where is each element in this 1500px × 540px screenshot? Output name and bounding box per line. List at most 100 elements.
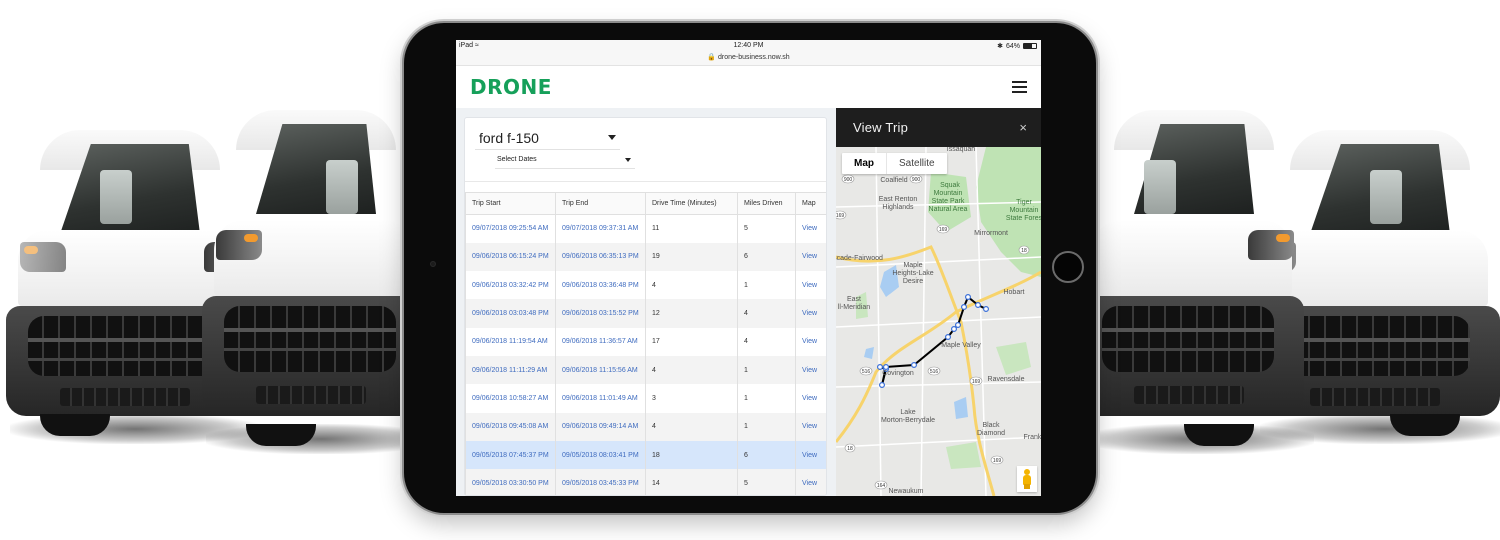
route-marker[interactable]: [910, 362, 917, 369]
chevron-down-icon: [625, 157, 631, 162]
view-map-link[interactable]: View: [795, 384, 826, 413]
table-row[interactable]: 09/06/2018 10:58:27 AM 09/06/2018 11:01:4…: [465, 384, 826, 413]
table-row[interactable]: 09/06/2018 03:32:42 PM 09/06/2018 03:36:4…: [465, 271, 826, 300]
table-row[interactable]: 09/06/2018 03:03:48 PM 09/06/2018 03:15:5…: [465, 299, 826, 328]
trip-start-cell[interactable]: 09/05/2018 03:30:50 PM: [465, 469, 556, 495]
trip-start-cell[interactable]: 09/06/2018 11:19:54 AM: [465, 327, 556, 356]
miles-driven-cell: 4: [737, 299, 796, 328]
route-marker[interactable]: [965, 294, 972, 301]
trip-start-cell[interactable]: 09/06/2018 03:32:42 PM: [465, 271, 556, 300]
close-icon[interactable]: ×: [1019, 120, 1027, 135]
view-map-link[interactable]: View: [795, 214, 826, 243]
route-marker[interactable]: [983, 306, 990, 313]
view-map-link[interactable]: View: [795, 242, 826, 272]
svg-text:169: 169: [939, 227, 948, 233]
map-label-desire: Desire: [903, 278, 923, 285]
table-row[interactable]: 09/07/2018 09:25:54 AM 09/07/2018 09:37:3…: [465, 214, 826, 243]
map-type-map-button[interactable]: Map: [842, 153, 887, 174]
trip-end-cell[interactable]: 09/06/2018 03:36:48 PM: [555, 271, 646, 300]
map-label-squak: Squak: [940, 182, 960, 189]
vehicle-select[interactable]: ford f-150: [475, 126, 620, 150]
table-row[interactable]: 09/06/2018 11:19:54 AM 09/06/2018 11:36:5…: [465, 327, 826, 356]
shield-900: 900: [841, 174, 855, 184]
trip-start-cell[interactable]: 09/06/2018 09:45:08 AM: [465, 412, 556, 441]
route-marker[interactable]: [878, 382, 885, 389]
miles-driven-cell: 5: [737, 214, 796, 243]
table-row[interactable]: 09/06/2018 11:11:29 AM 09/06/2018 11:15:5…: [465, 355, 826, 385]
drone-logo[interactable]: DRONE: [470, 75, 552, 99]
miles-driven-cell: 1: [737, 384, 796, 413]
trip-start-cell[interactable]: 09/06/2018 06:15:24 PM: [465, 242, 556, 272]
route-marker[interactable]: [975, 302, 982, 309]
trip-start-cell[interactable]: 09/06/2018 11:11:29 AM: [465, 355, 556, 385]
drive-time-cell: 4: [645, 412, 738, 441]
trip-map[interactable]: Coalfield East Renton Highlands Squak Mo…: [836, 147, 1041, 496]
trip-end-cell[interactable]: 09/07/2018 09:37:31 AM: [555, 214, 646, 243]
trip-end-cell[interactable]: 09/06/2018 03:15:52 PM: [555, 299, 646, 328]
view-map-link[interactable]: View: [795, 355, 826, 385]
column-header-trip-start[interactable]: Trip Start: [465, 192, 556, 215]
view-map-link[interactable]: View: [795, 412, 826, 441]
column-header-drive-time[interactable]: Drive Time (Minutes): [645, 192, 738, 215]
view-map-link[interactable]: View: [795, 299, 826, 328]
trip-end-cell[interactable]: 09/06/2018 09:49:14 AM: [555, 412, 646, 441]
route-marker[interactable]: [882, 364, 889, 371]
home-button[interactable]: [1052, 251, 1084, 283]
drive-time-cell: 4: [645, 355, 738, 385]
van-illustration-left-front: [196, 110, 436, 454]
map-label-maple: Maple: [903, 262, 922, 269]
table-row[interactable]: 09/06/2018 09:45:08 AM 09/06/2018 09:49:1…: [465, 412, 826, 441]
map-canvas[interactable]: Coalfield East Renton Highlands Squak Mo…: [836, 147, 1041, 496]
trip-end-cell[interactable]: 09/05/2018 03:45:33 PM: [555, 469, 646, 495]
table-row[interactable]: 09/05/2018 07:45:37 PM 09/05/2018 08:03:4…: [465, 440, 826, 470]
drive-time-cell: 4: [645, 271, 738, 300]
svg-text:169: 169: [836, 213, 844, 219]
route-marker[interactable]: [954, 322, 961, 329]
route-marker[interactable]: [876, 364, 883, 371]
dates-select[interactable]: Select Dates: [495, 151, 635, 169]
map-label-heights-lake: Heights-Lake: [892, 270, 933, 277]
svg-text:900: 900: [844, 177, 853, 183]
view-map-link[interactable]: View: [795, 440, 826, 470]
ipad-device: iPad ≈ 12:40 PM 🔒 drone-business.now.sh …: [404, 23, 1096, 513]
hamburger-icon[interactable]: [1012, 81, 1027, 93]
trip-end-cell[interactable]: 09/06/2018 11:36:57 AM: [555, 327, 646, 356]
route-marker[interactable]: [960, 304, 967, 311]
trip-end-cell[interactable]: 09/06/2018 11:01:49 AM: [555, 384, 646, 413]
map-label-fairwood: scade-Fairwood: [836, 255, 883, 262]
trip-start-cell[interactable]: 09/07/2018 09:25:54 AM: [465, 214, 556, 243]
svg-text:18: 18: [1021, 248, 1027, 254]
map-label-hobart: Hobart: [1003, 289, 1024, 296]
shield-516: 516: [927, 366, 941, 376]
shield-900: 900: [909, 174, 923, 184]
drive-time-cell: 11: [645, 214, 738, 243]
trip-start-cell[interactable]: 09/06/2018 03:03:48 PM: [465, 299, 556, 328]
address-bar[interactable]: 🔒 drone-business.now.sh: [456, 53, 1041, 61]
route-marker[interactable]: [950, 326, 957, 333]
trip-end-cell[interactable]: 09/06/2018 06:35:13 PM: [555, 242, 646, 272]
view-map-link[interactable]: View: [795, 469, 826, 495]
trip-end-cell[interactable]: 09/06/2018 11:15:56 AM: [555, 355, 646, 385]
view-map-link[interactable]: View: [795, 327, 826, 356]
pegman-icon[interactable]: [1017, 466, 1037, 492]
map-label-tiger: Tiger: [1016, 199, 1032, 206]
route-marker[interactable]: [944, 334, 951, 341]
svg-text:18: 18: [847, 446, 853, 452]
drive-time-cell: 17: [645, 327, 738, 356]
status-right: ✱ 64%: [997, 42, 1037, 50]
map-type-satellite-button[interactable]: Satellite: [887, 153, 947, 174]
trip-end-cell[interactable]: 09/05/2018 08:03:41 PM: [555, 440, 646, 470]
ipad-screen: iPad ≈ 12:40 PM 🔒 drone-business.now.sh …: [456, 40, 1041, 496]
table-row[interactable]: 09/05/2018 03:30:50 PM 09/05/2018 03:45:3…: [465, 469, 826, 495]
table-row[interactable]: 09/06/2018 06:15:24 PM 09/06/2018 06:35:1…: [465, 242, 826, 272]
column-header-miles-driven[interactable]: Miles Driven: [737, 192, 796, 215]
shield-164: 164: [874, 480, 888, 490]
trip-start-cell[interactable]: 09/05/2018 07:45:37 PM: [465, 440, 556, 470]
trip-start-cell[interactable]: 09/06/2018 10:58:27 AM: [465, 384, 556, 413]
dates-select-placeholder: Select Dates: [497, 156, 537, 163]
map-label-covington: Covington: [882, 370, 914, 377]
shield-18: 18: [844, 443, 856, 453]
column-header-trip-end[interactable]: Trip End: [555, 192, 646, 215]
view-map-link[interactable]: View: [795, 271, 826, 300]
map-label-newaukum: Newaukum: [888, 488, 923, 495]
